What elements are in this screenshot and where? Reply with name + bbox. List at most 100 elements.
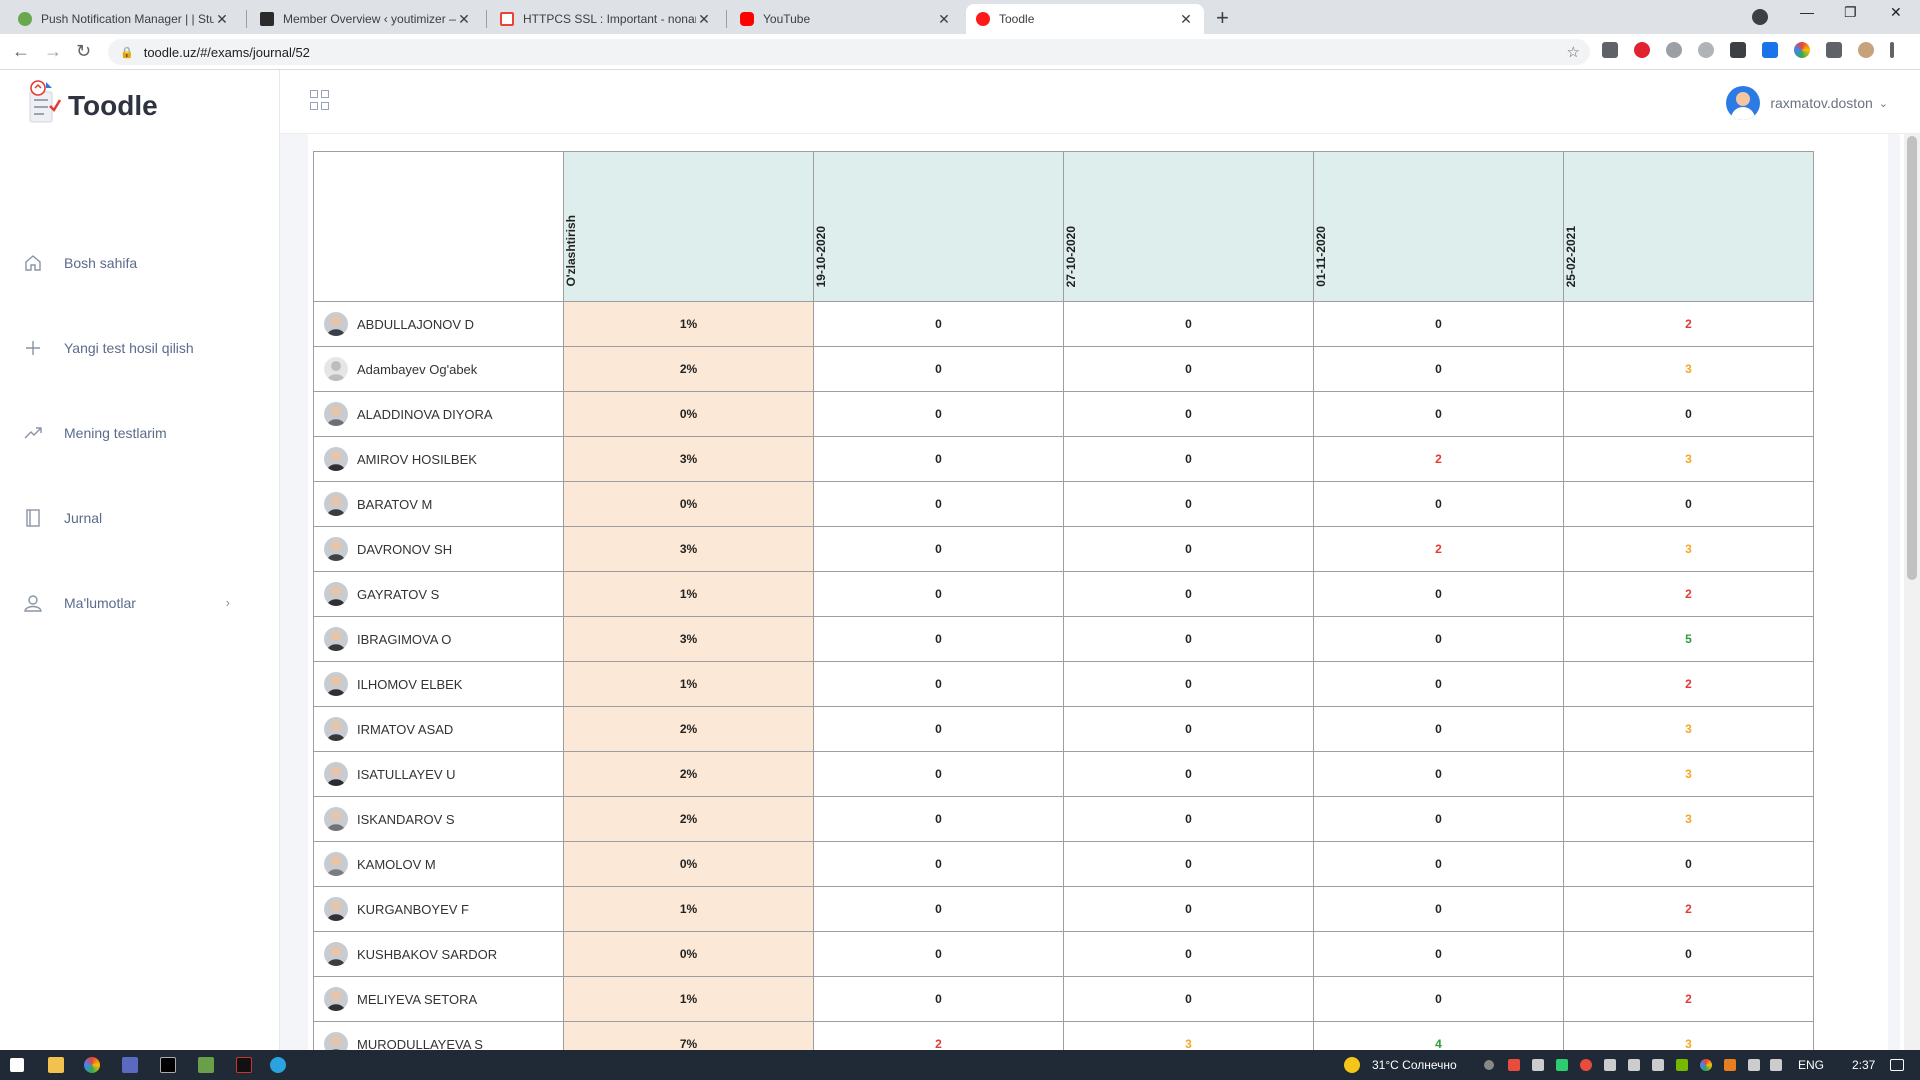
- student-name: IBRAGIMOVA O: [357, 631, 452, 647]
- chrome-taskbar-icon[interactable]: [84, 1057, 100, 1073]
- weather-sun-icon: [1344, 1057, 1360, 1073]
- network-icon[interactable]: [1748, 1059, 1760, 1071]
- reload-icon[interactable]: ↻: [76, 41, 91, 62]
- student-name: BARATOV M: [357, 496, 433, 512]
- extension-icon[interactable]: [1602, 42, 1618, 58]
- weather-text[interactable]: 31°C Солнечно: [1372, 1058, 1457, 1072]
- browser-tab[interactable]: HTTPCS SSL : Important - nonam ✕: [490, 4, 722, 34]
- student-name: ABDULLAJONOV D: [357, 316, 475, 332]
- sidebar-menu: Bosh sahifa Yangi test hosil qilish Meni…: [0, 220, 280, 645]
- table-row: KURGANBOYEV F 1% 0 0 0 2: [313, 886, 1814, 932]
- browser-tab[interactable]: Push Notification Manager | | Stu ✕: [8, 4, 240, 34]
- ozlashtirish-cell: 2%: [563, 346, 814, 392]
- app-taskbar-icon[interactable]: [236, 1057, 252, 1073]
- apps-grid-icon[interactable]: [310, 90, 330, 110]
- browser-tab[interactable]: YouTube ✕: [730, 4, 962, 34]
- tray-icon[interactable]: [1652, 1059, 1664, 1071]
- journal-body: ABDULLAJONOV D 1% 0 0 0 2 Adambayev Og'abek 2% 0…: [313, 301, 1814, 1067]
- sidebar-item-jurnal[interactable]: Jurnal: [0, 475, 280, 560]
- tray-icon[interactable]: [1556, 1059, 1568, 1071]
- chrome-profile-icon[interactable]: [1752, 9, 1768, 25]
- tab-separator: [486, 10, 487, 28]
- clock[interactable]: 2:37: [1852, 1058, 1875, 1072]
- bookmark-star-icon[interactable]: ☆: [1567, 43, 1580, 61]
- color-extension-icon[interactable]: [1794, 42, 1810, 58]
- user-menu[interactable]: raxmatov.doston ⌄: [1726, 86, 1888, 120]
- app-taskbar-icon[interactable]: [198, 1057, 214, 1073]
- student-avatar: [324, 582, 348, 606]
- sidebar-item-mening-testlarim[interactable]: Mening testlarim: [0, 390, 280, 475]
- header-empty-cell: [313, 151, 564, 302]
- tab-close-icon[interactable]: ✕: [456, 11, 472, 28]
- student-name: KUSHBAKOV SARDOR: [357, 946, 498, 962]
- ozlashtirish-cell: 3%: [563, 616, 814, 662]
- minimize-button[interactable]: —: [1800, 4, 1814, 20]
- student-name: ILHOMOV ELBEK: [357, 676, 463, 692]
- new-badge-extension-icon[interactable]: [1762, 42, 1778, 58]
- telegram-taskbar-icon[interactable]: [270, 1057, 286, 1073]
- sidebar-item-malumotlar[interactable]: Ma'lumotlar ›: [0, 560, 280, 645]
- table-row: AMIROV HOSILBEK 3% 0 0 2 3: [313, 436, 1814, 482]
- new-tab-button[interactable]: +: [1216, 5, 1229, 31]
- gmail-favicon-icon: [500, 12, 514, 26]
- toodle-favicon-icon: [976, 12, 990, 26]
- score-cell: 0: [1063, 796, 1314, 842]
- student-name-cell: AMIROV HOSILBEK: [313, 436, 564, 482]
- tray-icon[interactable]: [1532, 1059, 1544, 1071]
- ozlashtirish-cell: 1%: [563, 661, 814, 707]
- sidebar-item-yangi-test[interactable]: Yangi test hosil qilish: [0, 305, 280, 390]
- tray-icon[interactable]: [1676, 1059, 1688, 1071]
- app-taskbar-icon[interactable]: [122, 1057, 138, 1073]
- tray-icon[interactable]: [1508, 1059, 1520, 1071]
- windows-start-icon[interactable]: [10, 1058, 24, 1072]
- url-input[interactable]: 🔒 toodle.uz/#/exams/journal/52 ☆: [108, 39, 1590, 65]
- extension-icon[interactable]: [1730, 42, 1746, 58]
- tray-icon[interactable]: [1580, 1059, 1592, 1071]
- tab-favicon-icon: [18, 12, 32, 26]
- tray-icon[interactable]: [1604, 1059, 1616, 1071]
- notification-icon[interactable]: [1890, 1059, 1904, 1071]
- score-cell: 2: [1563, 976, 1814, 1022]
- score-cell: 0: [1313, 616, 1564, 662]
- language-indicator[interactable]: ENG: [1798, 1058, 1824, 1072]
- table-row: ISKANDAROV S 2% 0 0 0 3: [313, 796, 1814, 842]
- score-cell: 0: [1063, 976, 1314, 1022]
- table-row: KUSHBAKOV SARDOR 0% 0 0 0 0: [313, 931, 1814, 977]
- phpstorm-taskbar-icon[interactable]: [160, 1057, 176, 1073]
- back-arrow-icon[interactable]: ←: [12, 41, 30, 62]
- score-cell: 0: [1063, 301, 1314, 347]
- browser-tab-active[interactable]: Toodle ✕: [966, 4, 1204, 34]
- profile-avatar-icon[interactable]: [1858, 42, 1874, 58]
- avatar: [1726, 86, 1761, 120]
- tab-close-icon[interactable]: ✕: [936, 11, 952, 28]
- tray-icon[interactable]: [1628, 1059, 1640, 1071]
- score-cell: 5: [1563, 616, 1814, 662]
- volume-icon[interactable]: [1770, 1059, 1782, 1071]
- score-cell: 0: [1313, 751, 1564, 797]
- globe-extension-icon[interactable]: [1666, 42, 1682, 58]
- page-scrollbar[interactable]: [1904, 134, 1920, 1050]
- tray-icon[interactable]: [1724, 1059, 1736, 1071]
- forward-arrow-icon[interactable]: →: [44, 41, 62, 62]
- file-explorer-icon[interactable]: [48, 1057, 64, 1073]
- sidebar-item-bosh-sahifa[interactable]: Bosh sahifa: [0, 220, 280, 305]
- browser-tab[interactable]: Member Overview ‹ youtimizer — ✕: [250, 4, 482, 34]
- opera-extension-icon[interactable]: [1634, 42, 1650, 58]
- close-window-button[interactable]: ✕: [1890, 4, 1902, 21]
- tray-icon[interactable]: [1484, 1060, 1494, 1070]
- app-logo[interactable]: Toodle: [26, 80, 158, 126]
- tray-icon[interactable]: [1700, 1059, 1712, 1071]
- tab-close-icon[interactable]: ✕: [214, 11, 230, 28]
- tab-close-icon[interactable]: ✕: [696, 11, 712, 28]
- tab-close-icon[interactable]: ✕: [1178, 11, 1194, 28]
- extension-icon[interactable]: [1698, 42, 1714, 58]
- scrollbar-thumb[interactable]: [1907, 136, 1917, 580]
- top-bar: raxmatov.doston ⌄: [280, 70, 1920, 134]
- maximize-button[interactable]: ❐: [1844, 4, 1857, 21]
- puzzle-extensions-icon[interactable]: [1826, 42, 1842, 58]
- score-cell: 0: [813, 751, 1064, 797]
- kebab-menu-icon[interactable]: [1890, 42, 1894, 58]
- score-cell: 3: [1563, 706, 1814, 752]
- student-name: DAVRONOV SH: [357, 541, 453, 557]
- username: raxmatov.doston: [1770, 95, 1873, 111]
